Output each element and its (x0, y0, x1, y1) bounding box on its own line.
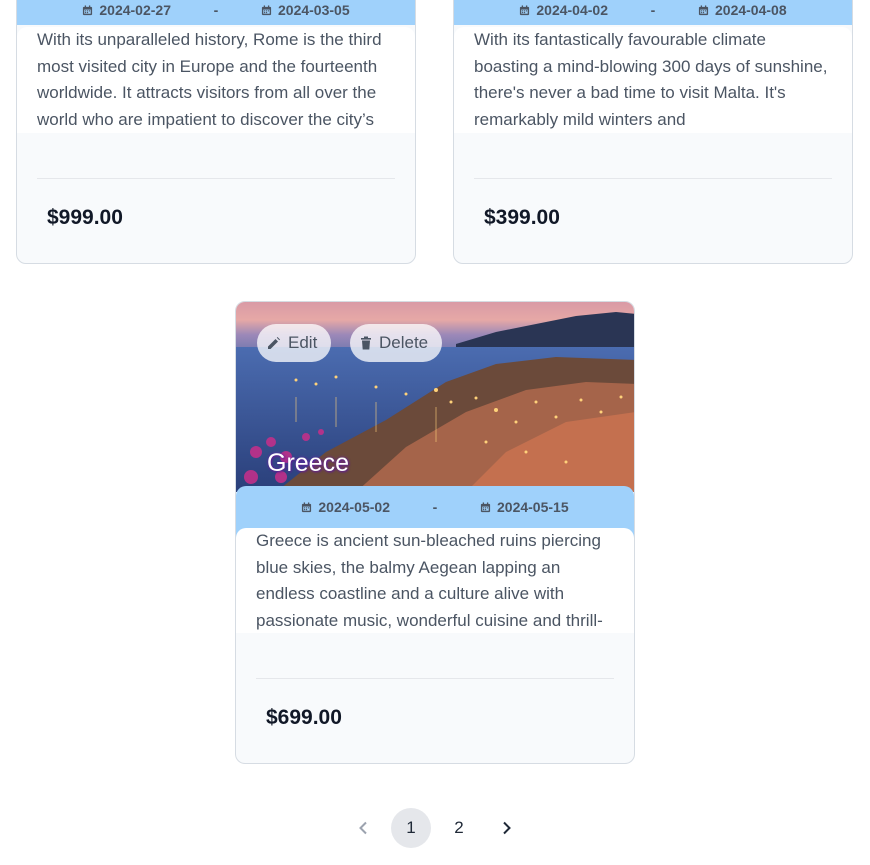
divider (37, 178, 395, 179)
pagination: 1 2 (0, 808, 870, 848)
divider (256, 678, 614, 679)
end-date: 2024-03-05 (278, 2, 350, 18)
trash-icon (361, 336, 371, 350)
date-range: 2024-02-27 - 2024-03-05 (17, 0, 415, 25)
calendar-icon (698, 4, 709, 15)
start-date: 2024-04-02 (536, 2, 608, 18)
chevron-right-icon (503, 821, 511, 835)
delete-label: Delete (379, 333, 429, 352)
date-range: 2024-04-02 - 2024-04-08 (454, 0, 852, 25)
tour-description: With its fantastically favourable climat… (454, 27, 852, 133)
tour-card-rome[interactable]: 2024-02-27 - 2024-03-05 With its unparal… (16, 0, 416, 264)
calendar-icon (83, 4, 93, 15)
pencil-icon (268, 337, 280, 349)
date-separator: - (650, 2, 656, 18)
edit-button[interactable]: Edit (257, 324, 332, 362)
chevron-left-icon (359, 821, 367, 835)
calendar-icon (261, 4, 272, 15)
page-button-2[interactable]: 2 (439, 808, 479, 848)
calendar-icon (302, 501, 312, 512)
tour-card-malta[interactable]: 2024-04-02 - 2024-04-08 With its fantast… (453, 0, 853, 264)
calendar-icon (520, 4, 530, 15)
tour-price: $399.00 (484, 206, 560, 229)
start-date: 2024-02-27 (99, 2, 171, 18)
start-date: 2024-05-02 (318, 499, 390, 515)
end-date: 2024-04-08 (715, 2, 787, 18)
tour-description: With its unparalleled history, Rome is t… (17, 27, 415, 133)
tour-description: Greece is ancient sun-bleached ruins pie… (236, 528, 634, 633)
divider (474, 178, 832, 179)
next-page-button[interactable] (487, 808, 527, 848)
end-date: 2024-05-15 (497, 499, 569, 515)
tour-price: $999.00 (47, 206, 123, 229)
delete-button[interactable]: Delete (350, 324, 443, 362)
prev-page-button[interactable] (343, 808, 383, 848)
page-button-1[interactable]: 1 (391, 808, 431, 848)
calendar-icon (480, 501, 491, 512)
edit-label: Edit (288, 333, 318, 352)
date-separator: - (432, 499, 438, 515)
tour-card-greece[interactable]: Edit Delete Greece 2024-05-02 - 2024-05-… (235, 301, 635, 764)
tour-price: $699.00 (266, 706, 342, 729)
tour-title: Greece (267, 449, 349, 477)
date-separator: - (213, 2, 219, 18)
